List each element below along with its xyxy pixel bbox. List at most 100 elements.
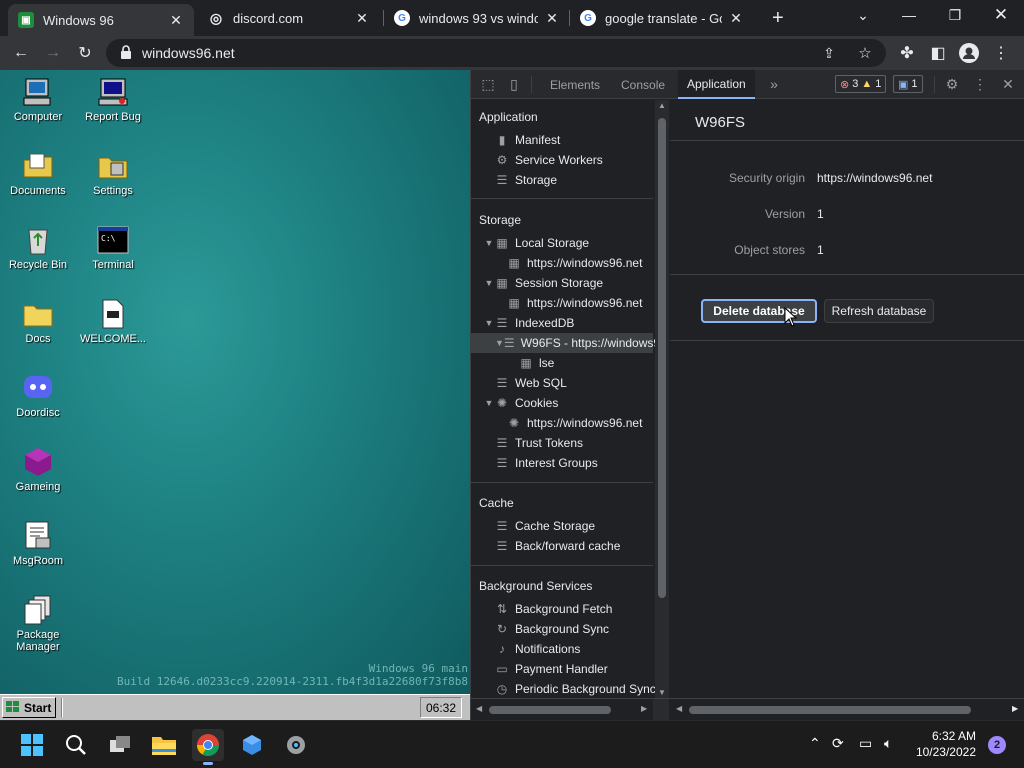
desktop-icon-docs[interactable]: Docs xyxy=(0,298,76,345)
devtools-menu-icon[interactable]: ⋮ xyxy=(971,76,989,92)
app-taskbar-icon[interactable] xyxy=(236,729,268,761)
sidebar-item-bf-cache[interactable]: ☰ Back/forward cache xyxy=(495,536,621,556)
start-button[interactable]: Start xyxy=(2,697,56,718)
desktop-icon-report-bug[interactable]: Report Bug xyxy=(75,76,151,123)
sidebar-scroll-thumb[interactable] xyxy=(658,118,666,598)
sidebar-item-local-storage[interactable]: ▼ ▦ Local Storage xyxy=(483,233,590,253)
more-tabs-icon[interactable]: » xyxy=(765,76,783,92)
show-hidden-icons-chevron-icon[interactable]: ⌃ xyxy=(809,735,821,752)
tab-discord[interactable]: ◎ discord.com ✕ xyxy=(198,4,380,32)
tab-application[interactable]: Application xyxy=(678,70,755,99)
devtools-close-icon[interactable]: ✕ xyxy=(999,76,1017,92)
sidebar-item-payment-handler[interactable]: ▭ Payment Handler xyxy=(495,659,607,679)
inspect-element-icon[interactable]: ⬚ xyxy=(479,76,497,92)
minimize-icon[interactable]: — xyxy=(886,0,932,30)
reload-icon[interactable]: ↻ xyxy=(72,40,98,66)
sidebar-item-manifest[interactable]: ▮ Manifest xyxy=(495,130,561,150)
sidebar-item-session-storage[interactable]: ▼ ▦ Session Storage xyxy=(483,273,604,293)
scroll-right-arrow-icon[interactable]: ▶ xyxy=(641,704,647,713)
expand-triangle-icon[interactable]: ▼ xyxy=(483,318,495,328)
sidebar-item-web-sql[interactable]: ☰ Web SQL xyxy=(495,373,567,393)
desktop-icon-terminal[interactable]: C:\ Terminal xyxy=(75,224,151,271)
windows-start-icon[interactable] xyxy=(16,729,48,761)
close-tab-icon[interactable]: ✕ xyxy=(168,12,184,29)
sidebar-item-cookies[interactable]: ▼ ✺ Cookies xyxy=(483,393,559,413)
chrome-menu-icon[interactable]: ⋮ xyxy=(988,40,1014,66)
scroll-left-arrow-icon[interactable]: ◀ xyxy=(676,704,682,713)
sidebar-item-cache-storage[interactable]: ☰ Cache Storage xyxy=(495,516,595,536)
refresh-database-button[interactable]: Refresh database xyxy=(824,299,934,323)
system-clock[interactable]: 6:32 AM 10/23/2022 xyxy=(916,728,976,760)
main-hscroll-thumb[interactable] xyxy=(689,706,971,714)
new-tab-button[interactable]: + xyxy=(762,4,792,32)
volume-icon[interactable]: 🔈︎ xyxy=(884,735,892,752)
share-icon[interactable]: ⇪ xyxy=(816,40,842,66)
sidebar-item-local-storage-origin[interactable]: ▦ https://windows96.net xyxy=(507,253,642,273)
sidebar-item-background-sync[interactable]: ↻ Background Sync xyxy=(495,619,609,639)
extensions-puzzle-icon[interactable]: ✤ xyxy=(894,40,920,66)
sidebar-hscroll-thumb[interactable] xyxy=(489,706,611,714)
scroll-left-arrow-icon[interactable]: ◀ xyxy=(476,704,482,713)
back-arrow-icon[interactable]: ← xyxy=(8,40,34,66)
sidebar-item-periodic-background-sync[interactable]: ◷ Periodic Background Sync xyxy=(495,679,656,698)
display-tray-icon[interactable]: ▭ xyxy=(859,735,872,752)
notification-badge[interactable]: 2 xyxy=(988,736,1006,754)
expand-triangle-icon[interactable]: ▼ xyxy=(483,278,495,288)
issues-badge[interactable]: ⊗ 3 ▲ 1 xyxy=(835,75,887,93)
expand-triangle-icon[interactable]: ▼ xyxy=(495,338,504,348)
horizontal-scrollbar[interactable]: ◀ ▶ ◀ ▶ xyxy=(471,698,1024,721)
desktop-icon-computer[interactable]: Computer xyxy=(0,76,76,123)
tab-console[interactable]: Console xyxy=(612,70,674,99)
chrome-taskbar-icon[interactable] xyxy=(192,729,224,765)
search-icon[interactable] xyxy=(60,729,92,761)
messages-badge[interactable]: ▣ 1 xyxy=(893,75,923,93)
sidebar-scrollbar[interactable]: ▲ ▼ xyxy=(655,100,669,698)
sidebar-item-object-store[interactable]: ▦ lse xyxy=(519,353,554,373)
tab-windows96[interactable]: ▣ Windows 96 ✕ xyxy=(8,4,194,36)
desktop-icon-gameing[interactable]: Gameing xyxy=(0,446,76,493)
sidebar-item-service-workers[interactable]: ⚙ Service Workers xyxy=(495,150,603,170)
forward-arrow-icon[interactable]: → xyxy=(40,40,66,66)
device-toolbar-icon[interactable]: ▯ xyxy=(505,76,523,92)
desktop-icon-package-manager[interactable]: Package Manager xyxy=(0,594,76,653)
delete-database-button[interactable]: Delete database xyxy=(701,299,817,323)
sidebar-item-notifications[interactable]: ♪ Notifications xyxy=(495,639,580,659)
tab-elements[interactable]: Elements xyxy=(541,70,609,99)
bookmark-star-icon[interactable]: ☆ xyxy=(852,40,878,66)
scroll-down-arrow-icon[interactable]: ▼ xyxy=(658,688,666,697)
sync-tray-icon[interactable]: ⟳ xyxy=(832,735,844,752)
sidebar-item-w96fs-database[interactable]: ▼☰ W96FS - https://windows96.net xyxy=(471,333,668,353)
side-panel-icon[interactable]: ◧ xyxy=(925,40,951,66)
close-window-icon[interactable]: ✕ xyxy=(978,0,1024,30)
restore-icon[interactable]: ❐ xyxy=(932,0,978,30)
sidebar-item-session-storage-origin[interactable]: ▦ https://windows96.net xyxy=(507,293,642,313)
desktop-icon-settings[interactable]: Settings xyxy=(75,150,151,197)
desktop-icon-msgroom[interactable]: MsgRoom xyxy=(0,520,76,567)
expand-triangle-icon[interactable]: ▼ xyxy=(483,398,495,408)
close-tab-icon[interactable]: ✕ xyxy=(728,10,744,27)
file-explorer-icon[interactable] xyxy=(148,729,180,761)
address-bar[interactable]: windows96.net ⇪ ☆ xyxy=(106,39,886,67)
sidebar-item-trust-tokens[interactable]: ☰ Trust Tokens xyxy=(495,433,583,453)
tab-search-chevron-icon[interactable]: ⌄ xyxy=(840,0,886,30)
close-tab-icon[interactable]: ✕ xyxy=(354,10,370,27)
expand-triangle-icon[interactable]: ▼ xyxy=(483,238,495,248)
close-tab-icon[interactable]: ✕ xyxy=(544,10,560,27)
scroll-up-arrow-icon[interactable]: ▲ xyxy=(658,101,666,110)
profile-avatar-icon[interactable] xyxy=(956,40,982,66)
settings-gear-taskbar-icon[interactable] xyxy=(280,729,312,761)
desktop-icon-welcome[interactable]: WELCOME... xyxy=(75,298,151,345)
sidebar-item-indexeddb[interactable]: ▼ ☰ IndexedDB xyxy=(483,313,575,333)
tab-windows93-search[interactable]: G windows 93 vs window ✕ xyxy=(384,4,570,32)
sidebar-item-storage[interactable]: ☰ Storage xyxy=(495,170,557,190)
desktop-icon-doordisc[interactable]: Doordisc xyxy=(0,372,76,419)
sidebar-item-cookies-origin[interactable]: ✺ https://windows96.net xyxy=(507,413,642,433)
scroll-right-arrow-icon[interactable]: ▶ xyxy=(1012,704,1018,713)
tab-google-translate[interactable]: G google translate - Goo ✕ xyxy=(570,4,754,32)
devtools-settings-gear-icon[interactable]: ⚙ xyxy=(943,76,961,92)
desktop-icon-documents[interactable]: Documents xyxy=(0,150,76,197)
task-view-icon[interactable] xyxy=(104,729,136,761)
desktop-icon-recycle-bin[interactable]: Recycle Bin xyxy=(0,224,76,271)
sidebar-item-interest-groups[interactable]: ☰ Interest Groups xyxy=(495,453,598,473)
sidebar-item-background-fetch[interactable]: ⇅ Background Fetch xyxy=(495,599,612,619)
